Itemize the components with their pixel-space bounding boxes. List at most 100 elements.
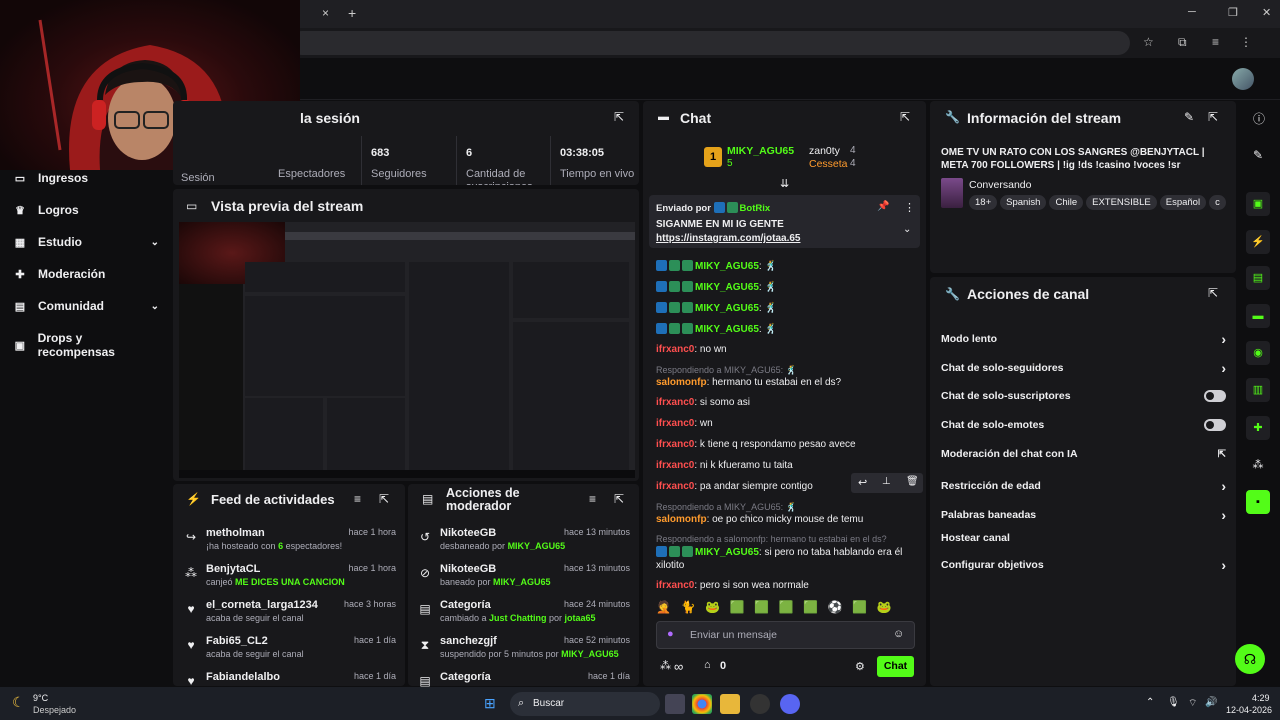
stream-tag[interactable]: c <box>1209 195 1226 210</box>
reply-icon[interactable]: ↩ <box>858 476 867 489</box>
chat-message[interactable]: MIKY_AGU65: 🕺 <box>656 260 777 272</box>
toggle-switch[interactable] <box>1204 390 1226 402</box>
list-item[interactable]: ⧗ sanchezgjf suspendido por 5 minutos por … <box>418 635 630 659</box>
toggle-switch[interactable] <box>1204 419 1226 431</box>
chevron-down-icon[interactable]: ⌄ <box>903 224 911 235</box>
emote-icon[interactable]: ⚽ <box>828 600 843 614</box>
leader-name[interactable]: Cesseta <box>809 158 848 170</box>
chat-username[interactable]: MIKY_AGU65 <box>695 261 759 272</box>
emote-icon[interactable]: 🟩 <box>754 600 769 614</box>
pinned-link[interactable]: https://instagram.com/jotaa.65 <box>656 233 800 244</box>
chat-message[interactable]: ifrxanc0: wn <box>656 418 713 429</box>
emote-icon[interactable]: 🐸 <box>705 600 720 614</box>
trash-icon[interactable]: 🗑 <box>906 476 919 487</box>
list-item[interactable]: ▤ Categoría hace 1 día <box>418 671 630 688</box>
community-icon[interactable]: ⁂ <box>1246 453 1270 477</box>
notes-icon[interactable]: ▤ <box>1246 266 1270 290</box>
chevron-down-icon[interactable]: ⌄ <box>151 301 159 312</box>
bookmark-star-icon[interactable]: ☆ <box>1143 35 1154 49</box>
chat-message[interactable]: MIKY_AGU65: 🕺 <box>656 281 777 293</box>
chat-username[interactable]: salomonfp <box>656 514 707 525</box>
leader-name[interactable]: zan0ty <box>809 145 840 157</box>
chat-username[interactable]: ifrxanc0 <box>656 439 694 450</box>
gift-icon[interactable]: ⌂ <box>704 659 711 671</box>
game-icon[interactable]: ▪ <box>1246 490 1270 514</box>
chevron-right-icon[interactable]: › <box>1221 478 1226 494</box>
chat-message[interactable]: ifrxanc0: no wn <box>656 344 727 355</box>
list-item[interactable]: ↪ metholman ¡ha hosteado con 6 espectadore… <box>184 527 396 551</box>
list-item[interactable]: ⊘ NikoteeGB baneado por MIKY_AGU65 hace 13 … <box>418 563 630 587</box>
wifi-icon[interactable]: ⌔ <box>1188 697 1197 710</box>
stream-tag[interactable]: Spanish <box>1000 195 1047 210</box>
chat-username[interactable]: MIKY_AGU65 <box>695 282 759 293</box>
chat-message[interactable]: MIKY_AGU65: 🕺 <box>656 323 777 335</box>
wrench-icon[interactable]: ✚ <box>1246 416 1270 440</box>
external-link-icon[interactable]: ⇱ <box>1218 449 1226 460</box>
channel-action-row[interactable]: Modo lento › <box>941 331 1226 347</box>
popout-icon[interactable]: ⇱ <box>614 110 624 124</box>
emoji-icon[interactable]: ☺ <box>893 628 904 640</box>
desc-highlight[interactable]: Just Chatting <box>489 613 547 623</box>
windows-start-icon[interactable]: ⊞ <box>484 695 496 712</box>
chat-message[interactable]: ifrxanc0: k tiene q respondamo pesao ave… <box>656 439 856 450</box>
info-icon[interactable]: ⓘ <box>1253 110 1265 127</box>
chat-username[interactable]: MIKY_AGU65 <box>695 547 759 558</box>
chat-username[interactable]: ifrxanc0 <box>656 418 694 429</box>
chevron-right-icon[interactable]: › <box>1221 331 1226 347</box>
avatar[interactable] <box>1232 68 1254 90</box>
channel-action-row[interactable]: Restricción de edad › <box>941 478 1226 494</box>
emote-icon[interactable]: 🟩 <box>803 600 818 614</box>
popout-icon[interactable]: ⇱ <box>1208 110 1218 124</box>
webcam-icon[interactable]: ▣ <box>1246 192 1270 216</box>
tab-close-icon[interactable]: × <box>322 6 329 20</box>
list-item[interactable]: ♥ Fabiandelalbo hace 1 día <box>184 671 396 688</box>
filter-icon[interactable]: ≡ <box>354 492 361 506</box>
sidebar-item[interactable]: ✚ Moderación <box>14 267 159 281</box>
channel-action-row[interactable]: Chat de solo-suscriptores <box>941 390 1226 402</box>
app-icon[interactable] <box>750 694 770 714</box>
stream-tag[interactable]: 18+ <box>969 195 998 210</box>
edit-pencil-icon[interactable]: ✎ <box>1184 110 1194 124</box>
sidebar-item[interactable]: ▣ Drops y recompensas <box>14 331 159 359</box>
chat-username[interactable]: ifrxanc0 <box>656 460 694 471</box>
channel-action-row[interactable]: Moderación del chat con IA ⇱ <box>941 448 1226 460</box>
address-bar[interactable] <box>290 31 1130 55</box>
channel-action-row[interactable]: Chat de solo-emotes <box>941 419 1226 431</box>
task-view-icon[interactable] <box>665 694 685 714</box>
popout-icon[interactable]: ⇱ <box>1208 286 1218 300</box>
close-window-button[interactable]: ✕ <box>1262 6 1271 19</box>
extensions-icon[interactable]: ⧉ <box>1178 35 1187 50</box>
chat-username[interactable]: ifrxanc0 <box>656 344 694 355</box>
points-icon[interactable]: ⁂ <box>660 659 671 672</box>
desc-highlight[interactable]: MIKY_AGU65 <box>561 649 619 659</box>
edit-pencil-icon[interactable]: ✎ <box>1253 148 1263 162</box>
pin-icon[interactable]: 📌 <box>877 201 889 212</box>
desc-highlight[interactable]: ME DICES UNA CANCION <box>235 577 345 587</box>
popout-icon[interactable]: ⇱ <box>379 492 389 506</box>
chat-message[interactable]: MIKY_AGU65: 🕺 <box>656 302 777 314</box>
sidebar-item[interactable]: ▤ Comunidad ⌄ <box>14 299 159 313</box>
settings-gear-icon[interactable]: ⚙ <box>855 660 865 673</box>
list-item[interactable]: ▤ Categoría cambiado a Just Chatting por j… <box>418 599 630 623</box>
stream-tag[interactable]: EXTENSIBLE <box>1086 195 1157 210</box>
list-item[interactable]: ♥ el_corneta_larga1234 acaba de seguir el … <box>184 599 396 623</box>
channel-action-row[interactable]: Hostear canal <box>941 532 1226 544</box>
stream-tag[interactable]: Chile <box>1049 195 1084 210</box>
emote-icon[interactable]: 🐸 <box>877 600 892 614</box>
chevron-right-icon[interactable]: › <box>1221 360 1226 376</box>
support-headset-button[interactable]: ☊ <box>1235 644 1265 674</box>
list-item[interactable]: ♥ Fabi65_CL2 acaba de seguir el canal hace … <box>184 635 396 659</box>
chat-message[interactable]: ifrxanc0: pero si son wea normale <box>656 580 809 591</box>
chat-username[interactable]: ifrxanc0 <box>656 481 694 492</box>
chat-username[interactable]: ifrxanc0 <box>656 397 694 408</box>
emote-icon[interactable]: 🐈 <box>681 600 696 614</box>
chat-username[interactable]: MIKY_AGU65 <box>695 324 759 335</box>
chat-message[interactable]: ifrxanc0: ni k kfueramo tu taita <box>656 460 793 471</box>
channel-action-row[interactable]: Chat de solo-seguidores › <box>941 360 1226 376</box>
sidebar-item[interactable]: ▭ Ingresos <box>14 171 159 185</box>
channel-action-row[interactable]: Configurar objetivos › <box>941 557 1226 573</box>
popout-icon[interactable]: ⇱ <box>900 110 910 124</box>
list-item[interactable]: ↺ NikoteeGB desbaneado por MIKY_AGU65 hace … <box>418 527 630 551</box>
popout-icon[interactable]: ⇱ <box>614 492 624 506</box>
leader-name[interactable]: MIKY_AGU65 <box>727 145 794 157</box>
